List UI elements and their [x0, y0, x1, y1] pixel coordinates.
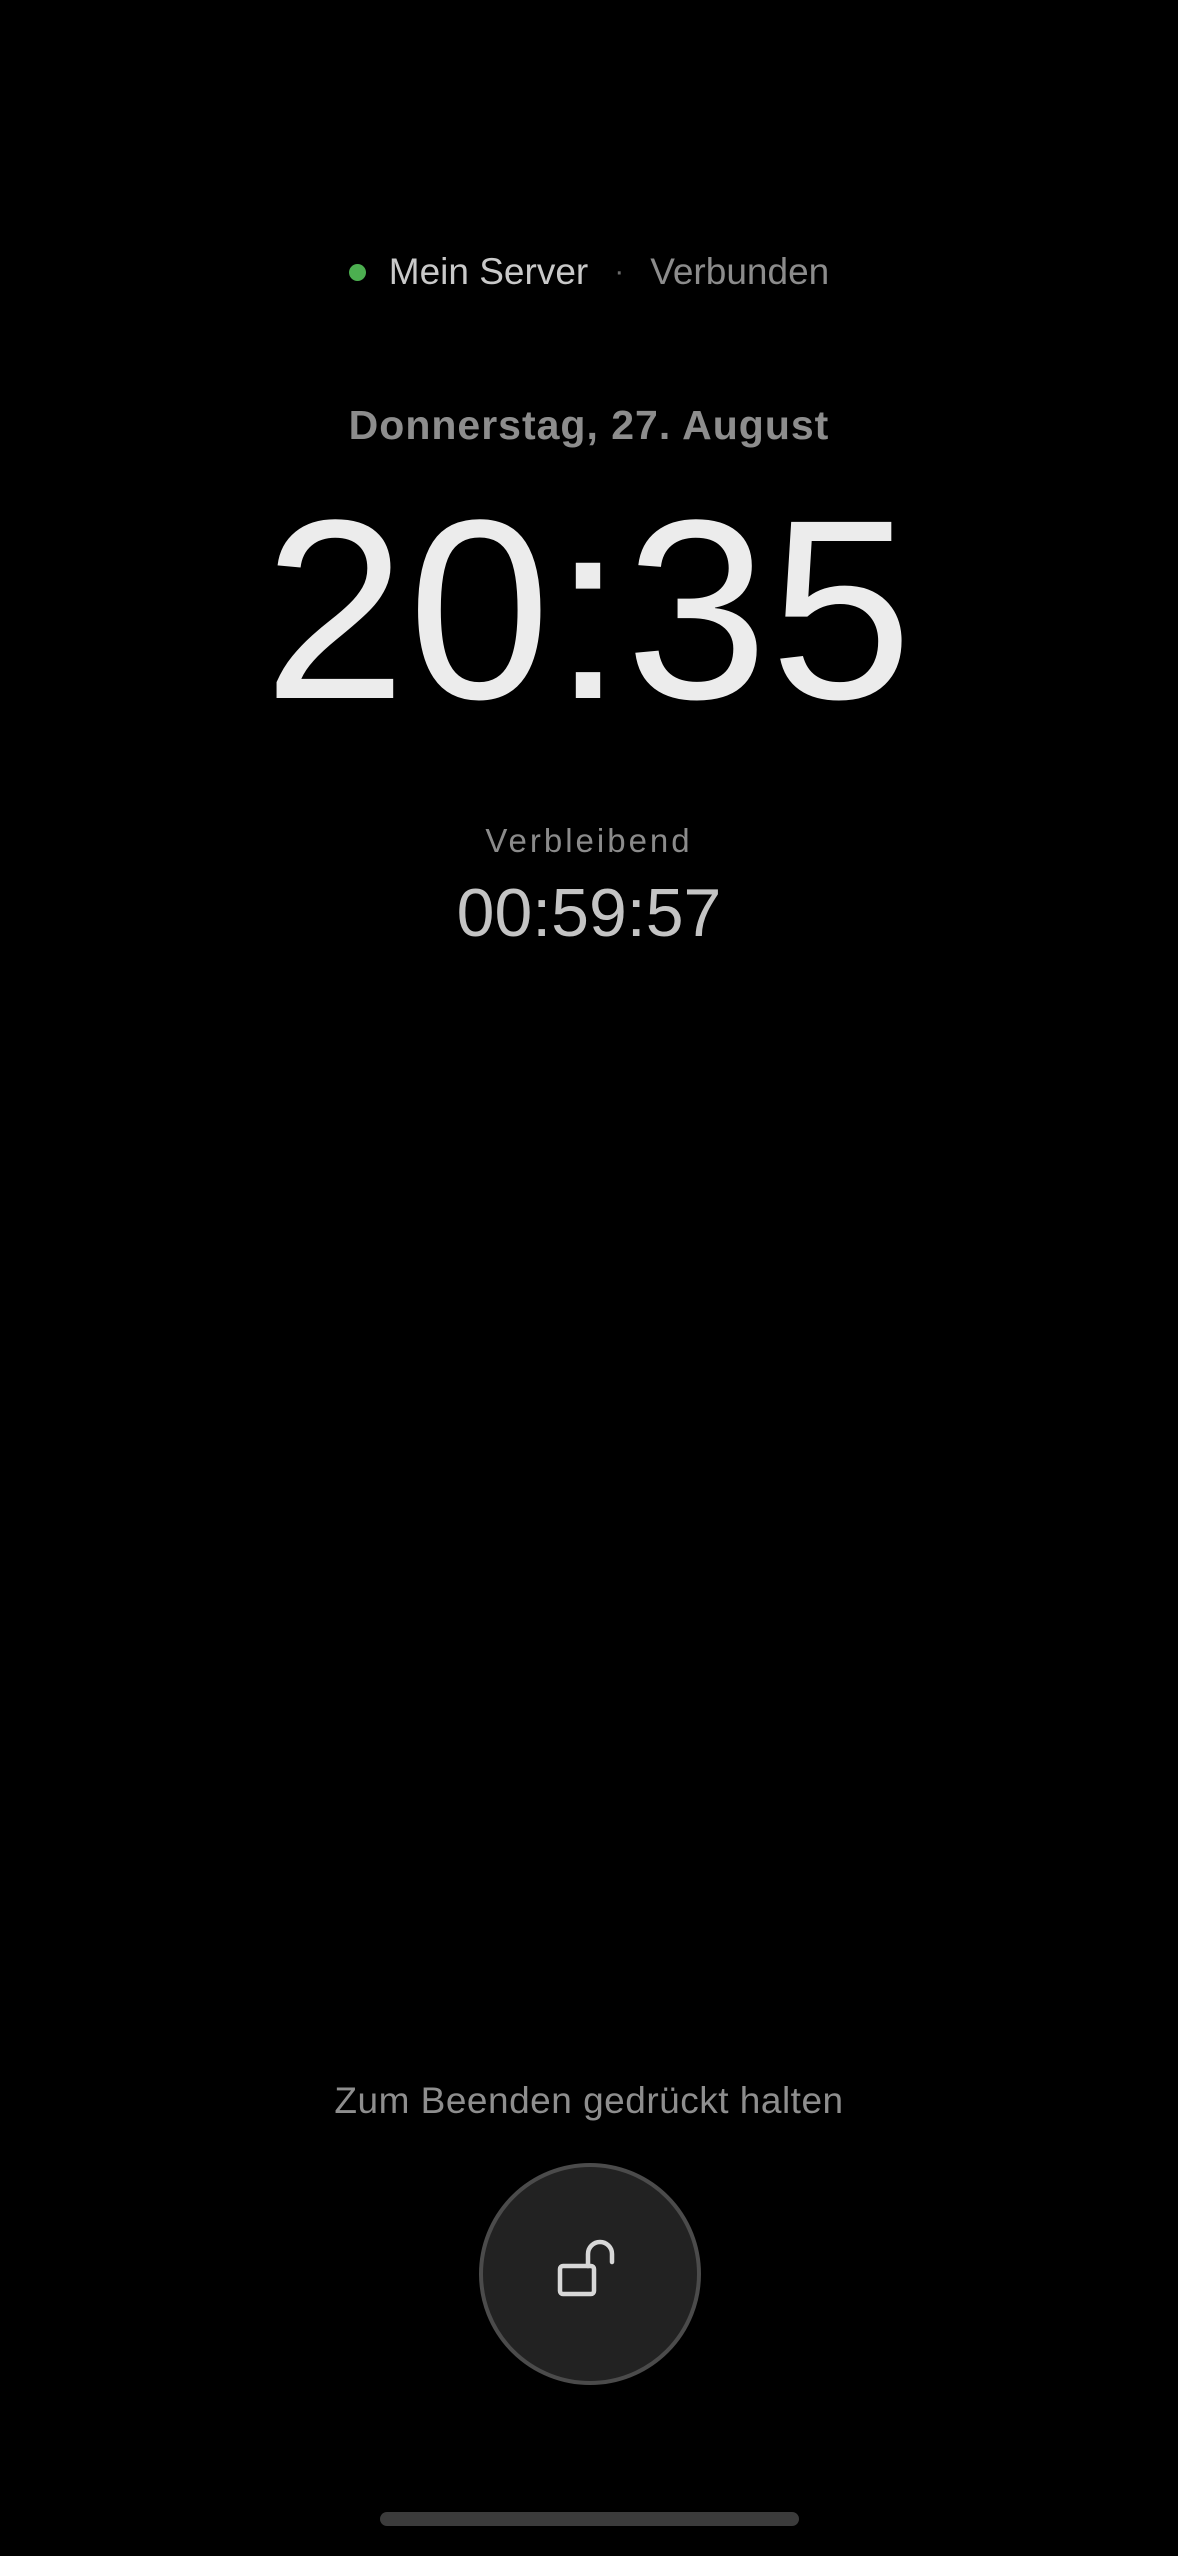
unlock-icon	[550, 2232, 630, 2317]
remaining-label: Verbleibend	[485, 822, 693, 859]
hold-to-end-button[interactable]	[479, 2163, 701, 2385]
home-indicator[interactable]	[380, 2512, 799, 2526]
remaining-time: 00:59:57	[456, 875, 722, 951]
connected-indicator-dot	[348, 263, 366, 281]
status-separator: ·	[614, 255, 625, 288]
connection-state: Verbunden	[650, 251, 830, 292]
server-name: Mein Server	[388, 251, 589, 292]
hold-to-end-hint: Zum Beenden gedrückt halten	[334, 2080, 844, 2121]
current-date: Donnerstag, 27. August	[348, 402, 830, 448]
current-time: 20:35	[263, 467, 915, 753]
server-status: Mein Server · Verbunden	[0, 247, 1178, 297]
